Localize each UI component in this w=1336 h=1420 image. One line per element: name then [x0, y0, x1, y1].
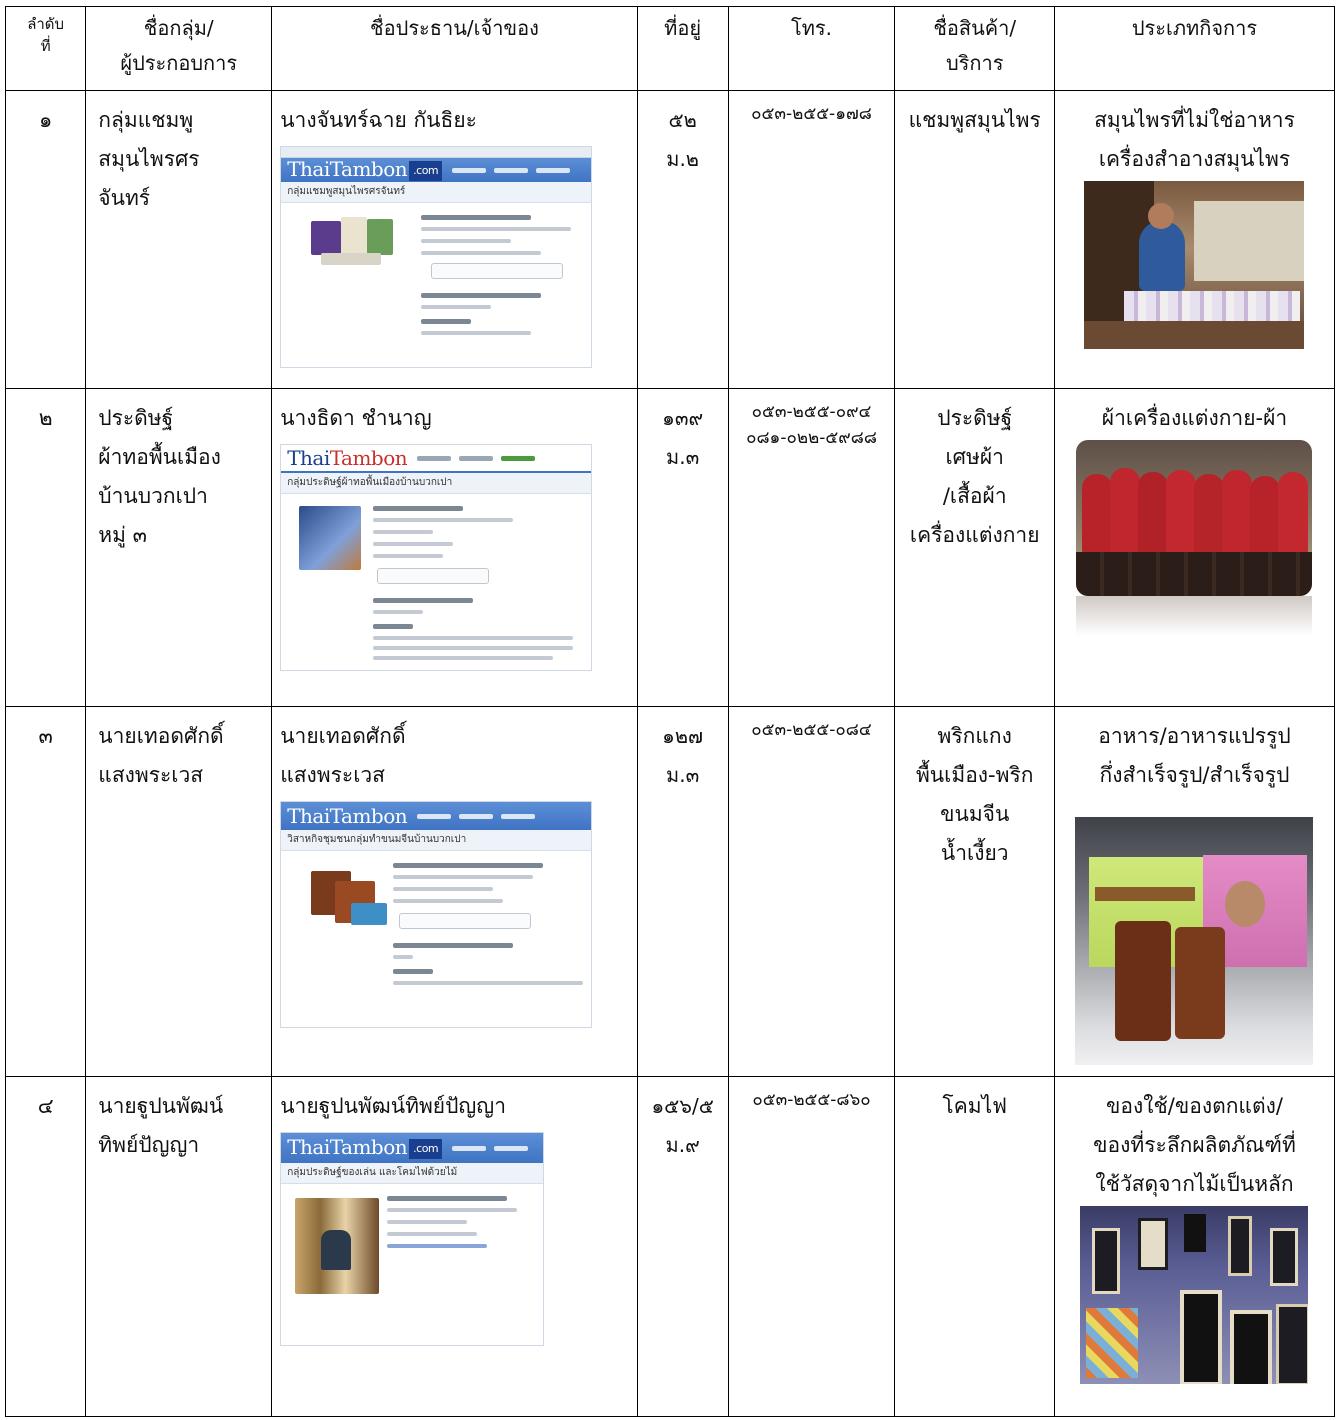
- screenshot-content: [281, 494, 591, 660]
- row-owner: นายฐูปนพัฒน์ทิพย์ปัญญา ThaiTambon .com กล…: [271, 1076, 638, 1417]
- row-product: แชมพูสมุนไพร: [894, 90, 1055, 389]
- screenshot-page-title: กลุ่มแชมพูสมุนไพรศรจันทร์: [281, 182, 592, 203]
- row-business-type: สมุนไพรที่ไม่ใช่อาหาร เครื่องสำอางสมุนไพร: [1053, 90, 1336, 389]
- row-business-type: อาหาร/อาหารแปรรูป กึ่งสำเร็จรูป/สำเร็จรูป: [1053, 706, 1336, 1077]
- website-screenshot: ThaiTambon .com กลุ่มประดิษฐ์ของเล่น และโ…: [280, 1132, 545, 1346]
- thaitambon-logo: ThaiTambon .com: [287, 1137, 443, 1159]
- header-group: ชื่อกลุ่ม/ผู้ประกอบการ: [85, 6, 273, 91]
- row-no: ๔: [4, 1076, 87, 1417]
- row-product: โคมไฟ: [894, 1076, 1055, 1417]
- row-business-type: ของใช้/ของตกแต่ง/ของที่ระลึกผลิตภัณฑ์ที่…: [1053, 1076, 1336, 1417]
- row-owner: นายเทอดศักดิ์ แสงพระเวส ThaiTambon วิสาหก…: [271, 706, 638, 1077]
- header-product: ชื่อสินค้า/บริการ: [894, 6, 1055, 91]
- row-product: ประดิษฐ์ เศษผ้า/เสื้อผ้า เครื่องแต่งกาย: [894, 388, 1055, 707]
- row-phone: ๐๕๓-๒๕๕-๐๙๔ ๐๘๑-๐๒๒-๕๙๘๘: [727, 388, 896, 707]
- row-business-type: ผ้าเครื่องแต่งกาย-ผ้า: [1053, 388, 1336, 707]
- screenshot-content: [281, 1184, 543, 1336]
- business-directory-table: ลำดับ ที่ ชื่อกลุ่ม/ผู้ประกอบการ ชื่อประธ…: [4, 6, 1336, 1417]
- row-phone: ๐๕๓-๒๕๕-๘๖๐: [727, 1076, 896, 1417]
- table-row: ๑ กลุ่มแชมพู สมุนไพรศร จันทร์ นางจันทร์ฉาย…: [4, 90, 1336, 389]
- header-phone: โทร.: [727, 6, 896, 91]
- row-no: ๓: [4, 706, 87, 1077]
- row-address: ๕๒ ม.๒: [636, 90, 729, 389]
- screenshot-page-title: กลุ่มประดิษฐ์ของเล่น และโคมไฟด้วยไม้: [281, 1163, 544, 1184]
- screenshot-page-title: วิสาหกิจชุมชนกลุ่มทำขนมจีนบ้านบวกเปา: [281, 830, 592, 851]
- website-screenshot: ThaiTambon วิสาหกิจชุมชนกลุ่มทำขนมจีนบ้า…: [280, 801, 593, 1028]
- table-row: ๓ นายเทอดศักดิ์ แสงพระเวส นายเทอดศักดิ์ แส…: [4, 706, 1336, 1077]
- product-photo: [1084, 181, 1305, 349]
- product-photo: [1080, 1206, 1309, 1384]
- thaitambon-logo: ThaiTambon: [287, 804, 408, 828]
- row-group: ประดิษฐ์ ผ้าทอพื้นเมือง บ้านบวกเปา หมู่ ๓: [85, 388, 273, 707]
- row-no: ๒: [4, 388, 87, 707]
- screenshot-content: [281, 203, 591, 363]
- row-owner: นางจันทร์ฉาย กันธิยะ ThaiTambon .com กลุ่…: [271, 90, 638, 389]
- row-owner: นางธิดา ชำนาญ ThaiTambon กลุ่มประดิษฐ์ผ้…: [271, 388, 638, 707]
- row-group: นายฐูปนพัฒน์ ทิพย์ปัญญา: [85, 1076, 273, 1417]
- row-phone: ๐๕๓-๒๕๕-๑๗๘: [727, 90, 896, 389]
- table-row: ๔ นายฐูปนพัฒน์ ทิพย์ปัญญา นายฐูปนพัฒน์ทิพ…: [4, 1076, 1336, 1417]
- row-no: ๑: [4, 90, 87, 389]
- thaitambon-logo: ThaiTambon: [287, 446, 408, 470]
- header-address: ที่อยู่: [636, 6, 729, 91]
- row-address: ๑๓๙ ม.๓: [636, 388, 729, 707]
- website-screenshot: ThaiTambon .com กลุ่มแชมพูสมุนไพรศรจันทร์: [280, 146, 593, 368]
- table-row: ๒ ประดิษฐ์ ผ้าทอพื้นเมือง บ้านบวกเปา หมู่ ๓…: [4, 388, 1336, 707]
- screenshot-content: [281, 851, 591, 1016]
- row-phone: ๐๕๓-๒๕๕-๐๘๔: [727, 706, 896, 1077]
- header-row: ลำดับ ที่ ชื่อกลุ่ม/ผู้ประกอบการ ชื่อประธ…: [4, 6, 1336, 91]
- row-product: พริกแกง พื้นเมือง-พริก ขนมจีน น้ำเงี้ยว: [894, 706, 1055, 1077]
- header-business-type: ประเภทกิจการ: [1053, 6, 1336, 91]
- row-group: กลุ่มแชมพู สมุนไพรศร จันทร์: [85, 90, 273, 389]
- header-owner: ชื่อประธาน/เจ้าของ: [271, 6, 638, 91]
- website-screenshot: ThaiTambon กลุ่มประดิษฐ์ผ้าทอพื้นเมืองบ้…: [280, 444, 593, 671]
- thaitambon-logo: ThaiTambon .com: [287, 159, 443, 181]
- product-photo: [1075, 817, 1314, 1065]
- group-photo: [1076, 440, 1313, 596]
- photo-reflection: [1076, 596, 1313, 636]
- row-address: ๑๕๖/๕ ม.๙: [636, 1076, 729, 1417]
- row-address: ๑๒๗ ม.๓: [636, 706, 729, 1077]
- header-no: ลำดับ ที่: [4, 6, 87, 91]
- screenshot-page-title: กลุ่มประดิษฐ์ผ้าทอพื้นเมืองบ้านบวกเปา: [281, 473, 592, 494]
- row-group: นายเทอดศักดิ์ แสงพระเวส: [85, 706, 273, 1077]
